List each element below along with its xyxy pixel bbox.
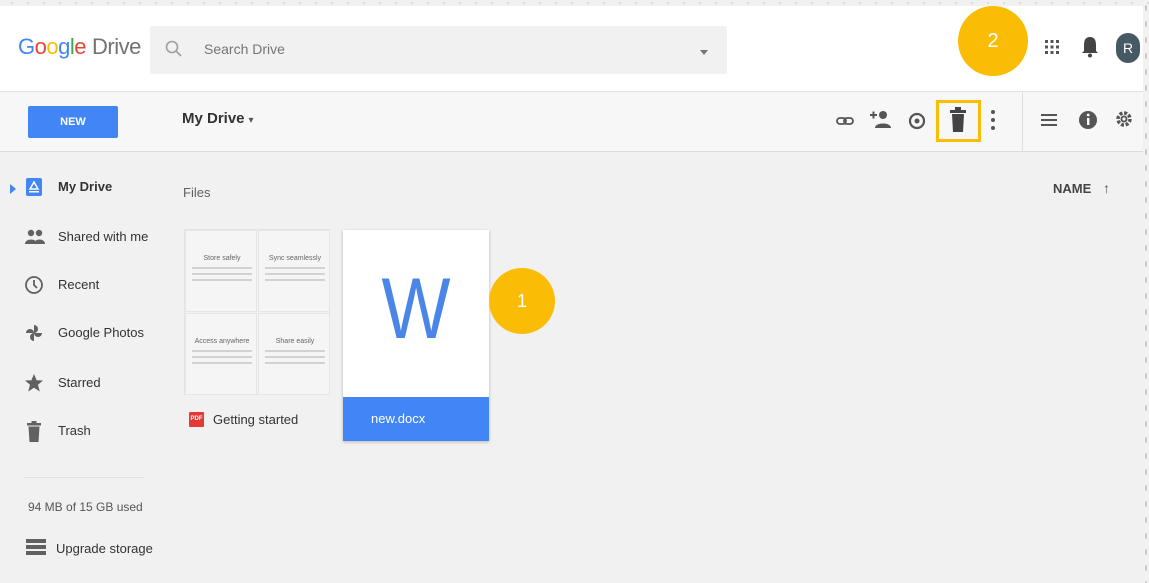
my-drive-icon bbox=[24, 177, 44, 197]
caret-down-icon[interactable] bbox=[699, 44, 709, 62]
file-card-getting-started[interactable]: Store safely Sync seamlessly Access anyw… bbox=[184, 229, 330, 395]
shared-icon bbox=[24, 227, 45, 247]
apps-grid-icon[interactable] bbox=[1044, 39, 1060, 60]
word-doc-thumbnail-icon: W bbox=[381, 261, 451, 357]
file-name-new-docx[interactable]: new.docx bbox=[371, 411, 425, 426]
caret-down-icon: ▾ bbox=[248, 115, 254, 126]
more-vert-icon[interactable] bbox=[990, 108, 1012, 130]
file-name-bar: new.docx bbox=[343, 397, 489, 441]
google-drive-logo[interactable]: Google Drive bbox=[18, 34, 141, 60]
new-button[interactable]: NEW bbox=[28, 106, 118, 138]
clock-icon bbox=[24, 275, 44, 295]
main-content: Files NAME ↑ Store safely Sync seamlessl… bbox=[165, 153, 1143, 583]
sort-by-name-button[interactable]: NAME bbox=[1053, 181, 1091, 196]
sidebar-item-label: Recent bbox=[58, 277, 100, 292]
search-box[interactable]: Search Drive bbox=[150, 26, 727, 74]
add-person-icon[interactable] bbox=[869, 108, 891, 130]
info-icon[interactable] bbox=[1077, 109, 1099, 131]
sidebar-nav: My Drive Shared with me Recent Google Ph… bbox=[0, 153, 165, 583]
thumbnail-quadrant: Access anywhere bbox=[185, 313, 257, 395]
trash-icon bbox=[24, 421, 44, 442]
thumbnail-quadrant: Share easily bbox=[258, 313, 330, 395]
annotation-badge-1: 1 bbox=[489, 268, 555, 334]
sidebar-item-trash[interactable]: Trash bbox=[0, 411, 165, 451]
sidebar-item-google-photos[interactable]: Google Photos bbox=[0, 313, 165, 353]
sidebar-divider bbox=[24, 477, 144, 478]
link-icon[interactable] bbox=[834, 110, 856, 132]
search-icon bbox=[164, 39, 184, 64]
dotted-border-right bbox=[1143, 0, 1149, 583]
notifications-icon[interactable] bbox=[1081, 36, 1099, 63]
top-header: Google Drive Search Drive 2 R bbox=[0, 6, 1143, 92]
sort-direction-arrow[interactable]: ↑ bbox=[1103, 180, 1110, 196]
sidebar-item-label: Trash bbox=[58, 423, 91, 438]
thumbnail-quadrant: Sync seamlessly bbox=[258, 230, 330, 312]
action-toolbar: NEW My Drive ▾ bbox=[0, 92, 1143, 152]
trash-icon[interactable] bbox=[947, 107, 969, 132]
pdf-file-icon: PDF bbox=[189, 412, 204, 427]
storage-stack-icon bbox=[26, 539, 46, 562]
toolbar-divider bbox=[1022, 92, 1023, 152]
location-title[interactable]: My Drive ▾ bbox=[182, 110, 254, 127]
expand-arrow-icon[interactable] bbox=[10, 181, 16, 199]
sidebar-item-shared[interactable]: Shared with me bbox=[0, 217, 165, 257]
thumbnail-quadrant: Store safely bbox=[185, 230, 257, 312]
files-section-label: Files bbox=[183, 185, 211, 200]
sidebar-item-starred[interactable]: Starred bbox=[0, 363, 165, 403]
search-input[interactable]: Search Drive bbox=[204, 41, 285, 57]
settings-gear-icon[interactable] bbox=[1114, 109, 1136, 131]
annotation-badge-2: 2 bbox=[958, 6, 1028, 76]
sidebar-item-recent[interactable]: Recent bbox=[0, 265, 165, 305]
photos-pinwheel-icon bbox=[24, 323, 44, 343]
sidebar-item-my-drive[interactable]: My Drive bbox=[0, 167, 165, 207]
star-icon bbox=[24, 373, 44, 393]
storage-usage-text: 94 MB of 15 GB used bbox=[28, 500, 143, 514]
file-card-new-docx[interactable]: W new.docx bbox=[343, 230, 489, 441]
upgrade-storage-label: Upgrade storage bbox=[56, 541, 153, 556]
account-avatar[interactable]: R bbox=[1116, 33, 1140, 63]
sidebar-item-label: Starred bbox=[58, 375, 101, 390]
upgrade-storage-link[interactable]: Upgrade storage bbox=[0, 531, 165, 567]
logo-product-name: Drive bbox=[92, 34, 141, 59]
sidebar-item-label: Shared with me bbox=[58, 229, 149, 244]
sidebar-item-label: Google Photos bbox=[58, 325, 145, 340]
list-view-icon[interactable] bbox=[1040, 110, 1062, 132]
file-thumbnail: Store safely Sync seamlessly Access anyw… bbox=[184, 229, 330, 395]
preview-eye-icon[interactable] bbox=[906, 110, 928, 132]
sidebar-item-label: My Drive bbox=[58, 179, 113, 194]
file-name-getting-started[interactable]: Getting started bbox=[213, 412, 298, 427]
